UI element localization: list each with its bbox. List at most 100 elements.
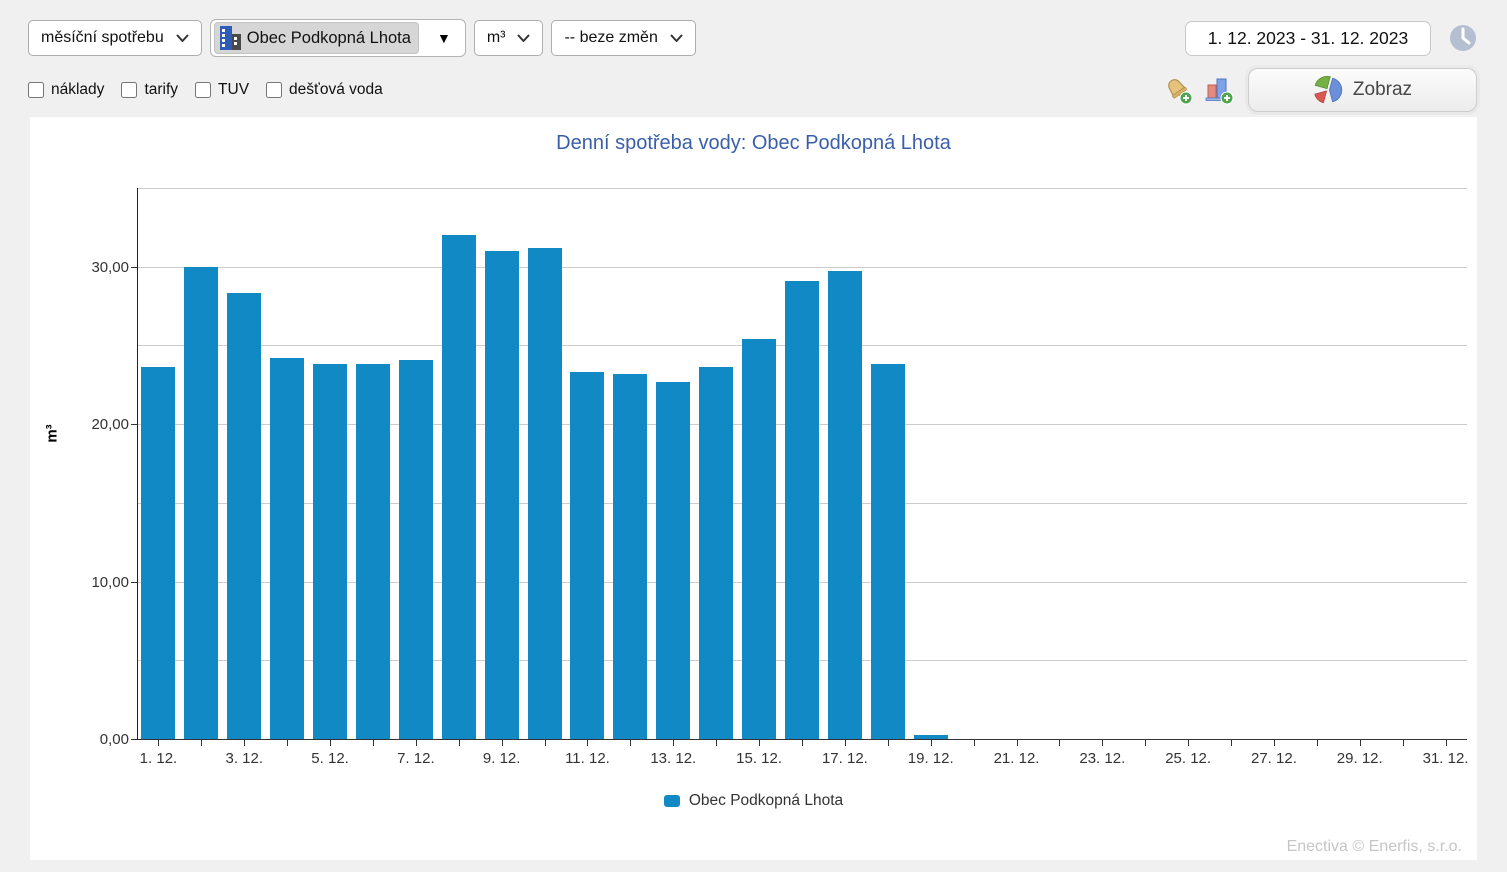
brand-credit: Enectiva © Enerfis, s.r.o.	[1287, 838, 1462, 856]
x-axis-tick	[673, 739, 674, 746]
bar[interactable]	[828, 271, 862, 739]
unit-select-value: m³	[487, 29, 506, 47]
x-axis-tick	[287, 739, 288, 746]
change-select[interactable]: -- beze změn	[551, 20, 695, 56]
x-axis-label: 3. 12.	[209, 750, 279, 767]
x-axis-tick	[802, 739, 803, 746]
y-axis-line	[137, 188, 138, 739]
bar[interactable]	[570, 372, 604, 739]
checkbox-naklady[interactable]: náklady	[28, 81, 104, 99]
toolbar-row-1: měsíční spotřebu	[28, 19, 1477, 57]
x-axis-tick	[716, 739, 717, 746]
bar[interactable]	[871, 364, 905, 739]
chart-panel: Denní spotřeba vody: Obec Podkopná Lhota…	[30, 117, 1477, 860]
bar[interactable]	[485, 251, 519, 739]
x-axis-label: 29. 12.	[1325, 750, 1395, 767]
x-axis-tick	[416, 739, 417, 746]
naklady-checkbox-input[interactable]	[28, 82, 44, 98]
pie-chart-icon	[1313, 75, 1343, 105]
unit-select[interactable]: m³	[474, 20, 544, 56]
x-axis-label: 1. 12.	[123, 750, 193, 767]
legend-swatch	[664, 795, 680, 807]
x-axis-tick	[1188, 739, 1189, 746]
tarify-checkbox-input[interactable]	[121, 82, 137, 98]
x-axis-tick	[158, 739, 159, 746]
entity-select[interactable]: Obec Podkopná Lhota ▼	[210, 19, 466, 57]
bar[interactable]	[785, 281, 819, 739]
change-select-value: -- beze změn	[564, 29, 657, 47]
naklady-label: náklady	[51, 81, 104, 99]
bar[interactable]	[141, 367, 175, 739]
x-axis-tick	[459, 739, 460, 746]
x-axis-label: 25. 12.	[1153, 750, 1223, 767]
x-axis-label: 27. 12.	[1239, 750, 1309, 767]
checkbox-destova-voda[interactable]: dešťová voda	[266, 81, 383, 99]
bar[interactable]	[742, 339, 776, 739]
x-axis-label: 17. 12.	[810, 750, 880, 767]
bar[interactable]	[270, 358, 304, 739]
bar[interactable]	[356, 364, 390, 739]
bar[interactable]	[699, 367, 733, 739]
y-axis-label: 10,00	[67, 574, 129, 591]
chevron-down-icon	[517, 34, 530, 43]
x-axis-label: 13. 12.	[638, 750, 708, 767]
x-axis-tick	[1231, 739, 1232, 746]
x-axis-label: 19. 12.	[896, 750, 966, 767]
x-axis-line	[137, 739, 1467, 740]
x-axis-tick	[1360, 739, 1361, 746]
zobraz-label: Zobraz	[1353, 79, 1412, 101]
entity-select-value: Obec Podkopná Lhota	[247, 29, 411, 48]
clock-icon[interactable]	[1449, 24, 1477, 52]
checkbox-tuv[interactable]: TUV	[195, 81, 249, 99]
x-axis-label: 31. 12.	[1411, 750, 1481, 767]
x-axis-label: 23. 12.	[1067, 750, 1137, 767]
tuv-checkbox-input[interactable]	[195, 82, 211, 98]
x-axis-tick	[630, 739, 631, 746]
bar[interactable]	[184, 267, 218, 739]
x-axis-tick	[1403, 739, 1404, 746]
x-axis-tick	[244, 739, 245, 746]
bar[interactable]	[313, 364, 347, 739]
bar[interactable]	[442, 235, 476, 739]
toolbar-row-2: náklady tarify TUV dešťová voda	[28, 67, 1477, 113]
entity-selected-chip: Obec Podkopná Lhota	[214, 22, 419, 54]
dropdown-triangle-icon: ▼	[437, 30, 451, 46]
x-axis-tick	[1017, 739, 1018, 746]
x-axis-tick	[502, 739, 503, 746]
x-axis-tick	[1446, 739, 1447, 746]
x-axis-tick	[888, 739, 889, 746]
x-axis-tick	[545, 739, 546, 746]
y-axis-label: 20,00	[67, 416, 129, 433]
y-axis-label: 30,00	[67, 259, 129, 276]
chart-canvas: 0,0010,0020,0030,001. 12.3. 12.5. 12.7. …	[30, 117, 1477, 860]
x-axis-tick	[845, 739, 846, 746]
bar[interactable]	[227, 293, 261, 739]
destova-voda-checkbox-input[interactable]	[266, 82, 282, 98]
x-axis-tick	[1102, 739, 1103, 746]
chart-legend[interactable]: Obec Podkopná Lhota	[30, 792, 1477, 810]
toolbar: měsíční spotřebu	[0, 0, 1507, 113]
chevron-down-icon	[670, 34, 683, 43]
bar[interactable]	[613, 374, 647, 739]
zobraz-button[interactable]: Zobraz	[1248, 68, 1477, 112]
x-axis-tick	[1145, 739, 1146, 746]
date-range-input[interactable]: 1. 12. 2023 - 31. 12. 2023	[1185, 21, 1431, 56]
tuv-label: TUV	[218, 81, 249, 99]
bar[interactable]	[656, 382, 690, 739]
tarify-label: tarify	[144, 81, 178, 99]
bar[interactable]	[399, 360, 433, 739]
x-axis-tick	[1317, 739, 1318, 746]
y-axis-label: 0,00	[67, 731, 129, 748]
x-axis-tick	[1274, 739, 1275, 746]
chart-add-icon[interactable]	[1204, 75, 1234, 105]
x-axis-tick	[330, 739, 331, 746]
period-select[interactable]: měsíční spotřebu	[28, 20, 202, 56]
alert-add-icon[interactable]	[1163, 75, 1195, 105]
period-select-value: měsíční spotřebu	[41, 29, 164, 47]
x-axis-tick	[373, 739, 374, 746]
y-gridline	[137, 267, 1467, 268]
checkbox-tarify[interactable]: tarify	[121, 81, 178, 99]
bar[interactable]	[528, 248, 562, 739]
x-axis-label: 21. 12.	[982, 750, 1052, 767]
x-axis-label: 11. 12.	[552, 750, 622, 767]
